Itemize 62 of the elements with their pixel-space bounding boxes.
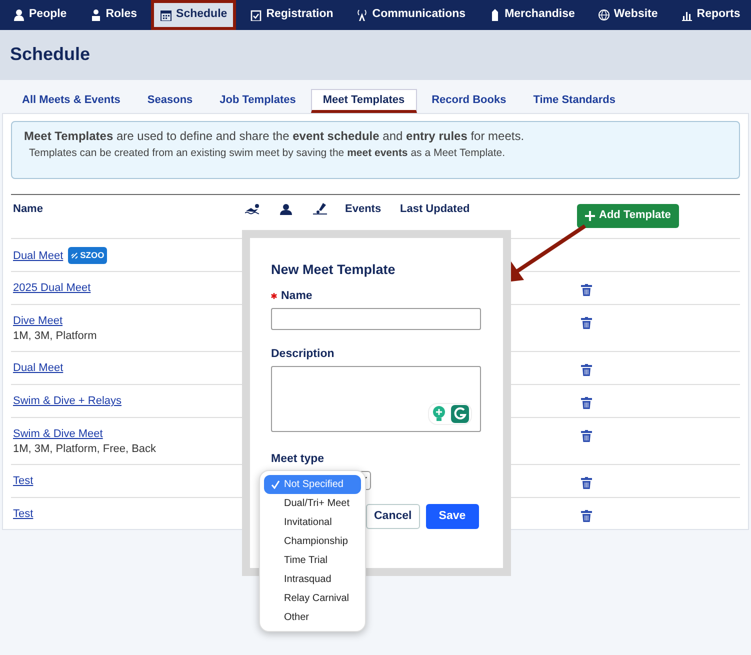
page-title: Schedule [10,44,90,66]
dropdown-option[interactable]: Relay Carnival [264,589,361,608]
clipboard-check-icon [250,9,262,21]
template-link[interactable]: Test [13,475,34,487]
template-events: 1M, 3M, Platform, Free, Back [13,442,158,457]
person-icon [279,203,293,215]
nav-item[interactable]: Reports [672,0,750,30]
dropdown-option[interactable]: Invitational [264,513,361,532]
template-link[interactable]: Swim & Dive Meet [13,428,103,440]
field-label: Description [271,347,336,361]
diver-icon [313,203,327,215]
description-field[interactable] [271,366,481,432]
check-icon [271,480,280,489]
template-events: 1M, 3M, Platform [13,329,98,344]
template-link[interactable]: Swim & Dive + Relays [13,395,122,407]
tab[interactable]: Time Standards [521,89,628,113]
tab[interactable]: Job Templates [208,89,308,113]
column-header: Last Updated [400,203,470,216]
dropdown-option[interactable]: Not Specified [264,475,361,494]
nav-item[interactable]: Website [588,0,667,30]
tab[interactable]: Meet Templates [310,89,417,113]
template-link[interactable]: Dive Meet [13,315,63,327]
person-icon [13,9,25,21]
template-link[interactable]: Dual Meet [13,250,64,262]
nav-item[interactable]: Schedule [151,0,236,30]
tab[interactable]: Record Books [420,89,518,113]
dropdown-option[interactable]: Time Trial [264,551,361,570]
tab[interactable]: Seasons [135,89,205,113]
swimmer-icon [245,203,259,215]
template-link[interactable]: Test [13,508,34,520]
nav-item[interactable]: People [4,0,76,30]
cancel-button[interactable]: Cancel [366,504,420,529]
template-link[interactable]: Dual Meet [13,362,64,374]
writing-assistant-icon [450,405,468,423]
name-field[interactable] [271,308,481,330]
info-text: Meet Templates are used to define and share the event schedule and entry rules for meets. [24,129,526,144]
field-label: Name [281,290,312,302]
field-label: Meet type [271,452,326,466]
tab[interactable]: All Meets & Events [10,89,132,113]
info-note: Templates can be created from an existing swim meet by saving the meet events as a Meet Template. [29,147,506,160]
nav-item[interactable]: Merchandise [480,0,584,30]
lightbulb-icon [432,406,446,422]
dropdown-option[interactable]: Intrasquad [264,570,361,589]
person-icon [90,9,102,21]
column-header: Name [12,203,44,216]
bar-chart-icon [680,9,693,21]
nav-item[interactable]: Communications [347,0,475,30]
dropdown-option[interactable]: Other [264,608,361,627]
template-link[interactable]: 2025 Dual Meet [13,282,91,294]
source-tag: SZOO [68,247,108,264]
save-button[interactable]: Save [426,504,479,529]
calendar-icon [160,9,172,21]
globe-icon [598,9,610,21]
nav-item[interactable]: Registration [241,0,342,30]
column-header: Events [345,203,382,216]
dropdown-option[interactable]: Dual/Tri+ Meet [264,494,361,513]
add-template-button[interactable]: Add Template [577,204,679,228]
plus-icon [585,211,595,221]
dropdown-option[interactable]: Championship [264,532,361,551]
nav-item[interactable]: Roles [80,0,146,30]
antenna-icon [356,9,368,21]
dialog-title: New Meet Template [271,261,396,278]
